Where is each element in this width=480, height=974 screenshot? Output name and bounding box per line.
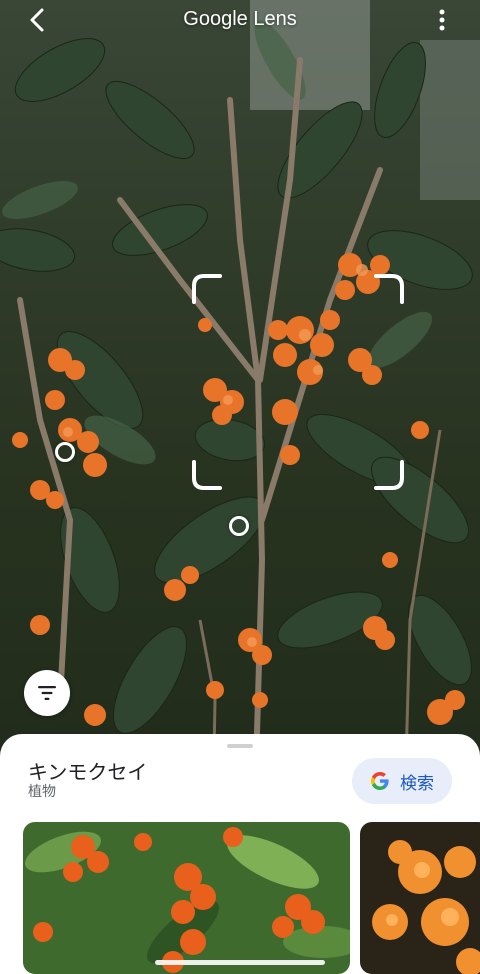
app-title: Google Lens — [183, 8, 297, 30]
result-category: 植物 — [28, 784, 56, 800]
filter-button[interactable] — [24, 670, 70, 716]
result-image-thumbnail[interactable] — [23, 822, 350, 974]
more-vert-icon[interactable] — [430, 6, 454, 34]
osmanthus-closeup-photo — [360, 822, 480, 974]
osmanthus-photo — [23, 822, 350, 974]
result-image-thumbnail[interactable] — [360, 822, 480, 974]
system-home-indicator[interactable] — [155, 960, 325, 965]
results-sheet[interactable]: キンモクセイ 植物 検索 — [0, 734, 480, 974]
search-button-label: 検索 — [400, 773, 434, 794]
object-marker-dot[interactable] — [229, 516, 249, 536]
object-marker-dot[interactable] — [55, 442, 75, 462]
top-bar: Google Lens — [0, 0, 480, 40]
selection-crop-box[interactable] — [190, 272, 406, 492]
filter-icon — [38, 686, 56, 700]
sheet-drag-handle[interactable] — [227, 744, 253, 748]
google-g-icon — [371, 772, 389, 790]
google-search-button[interactable]: 検索 — [352, 758, 452, 804]
